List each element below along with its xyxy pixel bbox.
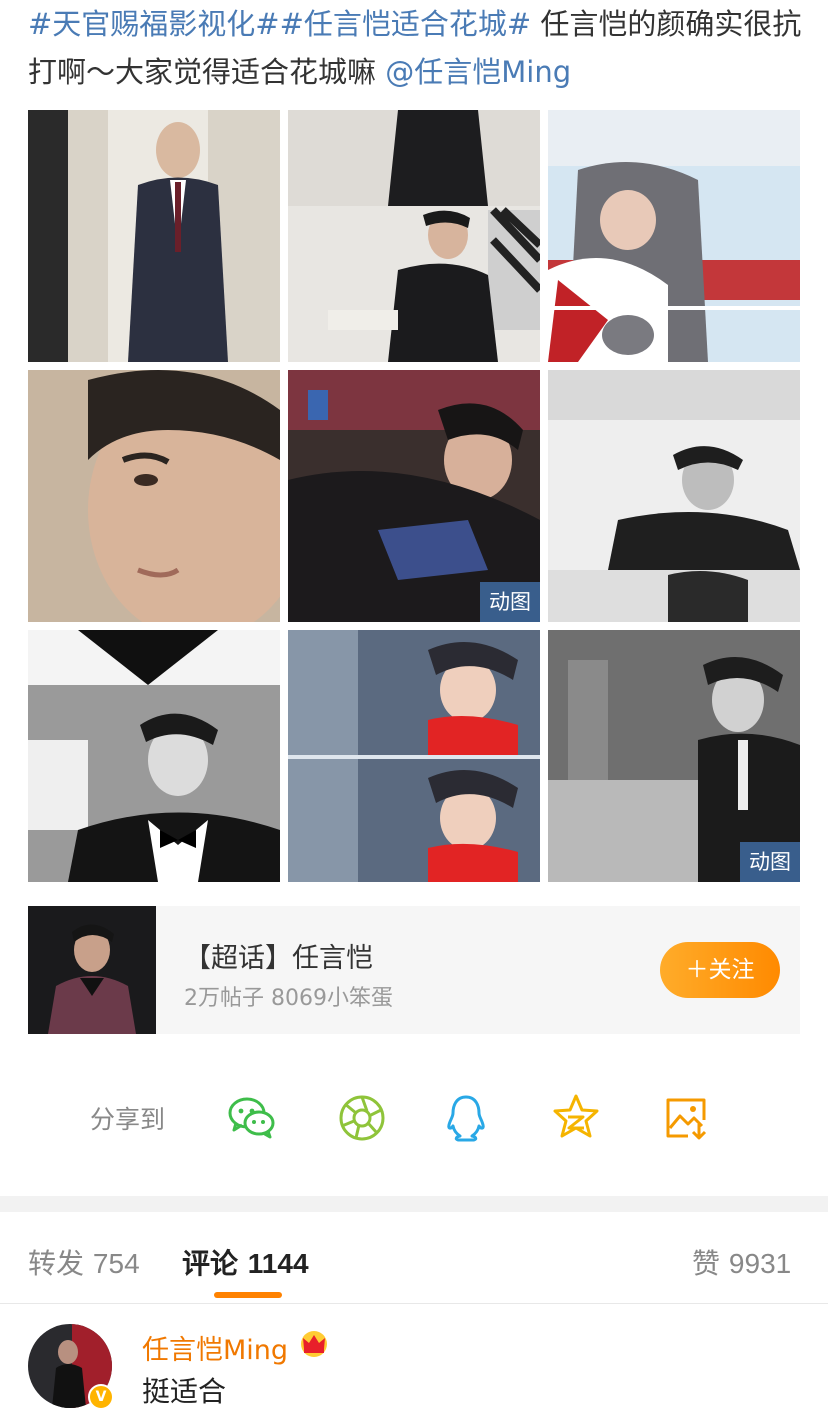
- save-image-icon[interactable]: [660, 1092, 712, 1144]
- topic-thumbnail: [28, 906, 156, 1034]
- comment-text: 挺适合: [142, 1375, 227, 1408]
- grid-image-2[interactable]: [288, 110, 540, 362]
- share-label: 分享到: [90, 1105, 166, 1134]
- follow-button[interactable]: ＋关注: [660, 942, 780, 998]
- comment-author[interactable]: 任言恺Ming: [142, 1328, 288, 1367]
- active-tab-indicator: [214, 1292, 282, 1298]
- tab-like[interactable]: 赞 9931: [692, 1242, 791, 1282]
- wechat-icon[interactable]: [226, 1092, 278, 1144]
- gif-badge: 动图: [740, 842, 800, 882]
- grid-image-1[interactable]: [28, 110, 280, 362]
- qzone-icon[interactable]: [550, 1092, 602, 1144]
- verified-badge-icon: V: [88, 1384, 114, 1408]
- post-text: #天官赐福影视化##任言恺适合花城# 任言恺的颜确实很抗打啊～大家觉得适合花城嘛…: [28, 0, 808, 96]
- tab-repost[interactable]: 转发 754: [28, 1242, 140, 1282]
- hashtag-link[interactable]: #任言恺适合花城#: [280, 7, 532, 41]
- comment-item: V 任言恺Ming 挺适合: [0, 1306, 828, 1408]
- super-topic-card[interactable]: 【超话】任言恺 2万帖子 8069小笨蛋 ＋关注: [28, 906, 800, 1034]
- share-row: 分享到: [0, 1080, 828, 1156]
- topic-meta: 2万帖子 8069小笨蛋: [184, 986, 393, 1011]
- image-grid: 动图 动图: [28, 110, 800, 882]
- gif-badge: 动图: [480, 582, 540, 622]
- tab-comment[interactable]: 评论 1144: [182, 1242, 309, 1282]
- section-divider: [0, 1196, 828, 1212]
- tab-repost-label: 转发: [28, 1247, 85, 1280]
- crown-icon: [301, 1331, 327, 1357]
- tab-repost-count: 754: [92, 1248, 140, 1279]
- moments-icon[interactable]: [336, 1092, 388, 1144]
- topic-title: 【超话】任言恺: [184, 943, 373, 974]
- tab-comment-label: 评论: [182, 1247, 239, 1280]
- mention-link[interactable]: @任言恺Ming: [385, 55, 571, 89]
- qq-icon[interactable]: [440, 1092, 492, 1144]
- hashtag-link[interactable]: #天官赐福影视化#: [28, 7, 280, 41]
- tab-comment-count: 1144: [247, 1248, 309, 1279]
- grid-image-9[interactable]: 动图: [548, 630, 800, 882]
- tab-like-count: 9931: [728, 1248, 792, 1279]
- grid-image-5[interactable]: 动图: [288, 370, 540, 622]
- interaction-tabs: 转发 754 评论 1144 赞 9931: [0, 1212, 828, 1304]
- grid-image-7[interactable]: [28, 630, 280, 882]
- grid-image-3[interactable]: [548, 110, 800, 362]
- grid-image-6[interactable]: [548, 370, 800, 622]
- grid-image-8[interactable]: [288, 630, 540, 882]
- tab-like-label: 赞: [692, 1247, 721, 1280]
- grid-image-4[interactable]: [28, 370, 280, 622]
